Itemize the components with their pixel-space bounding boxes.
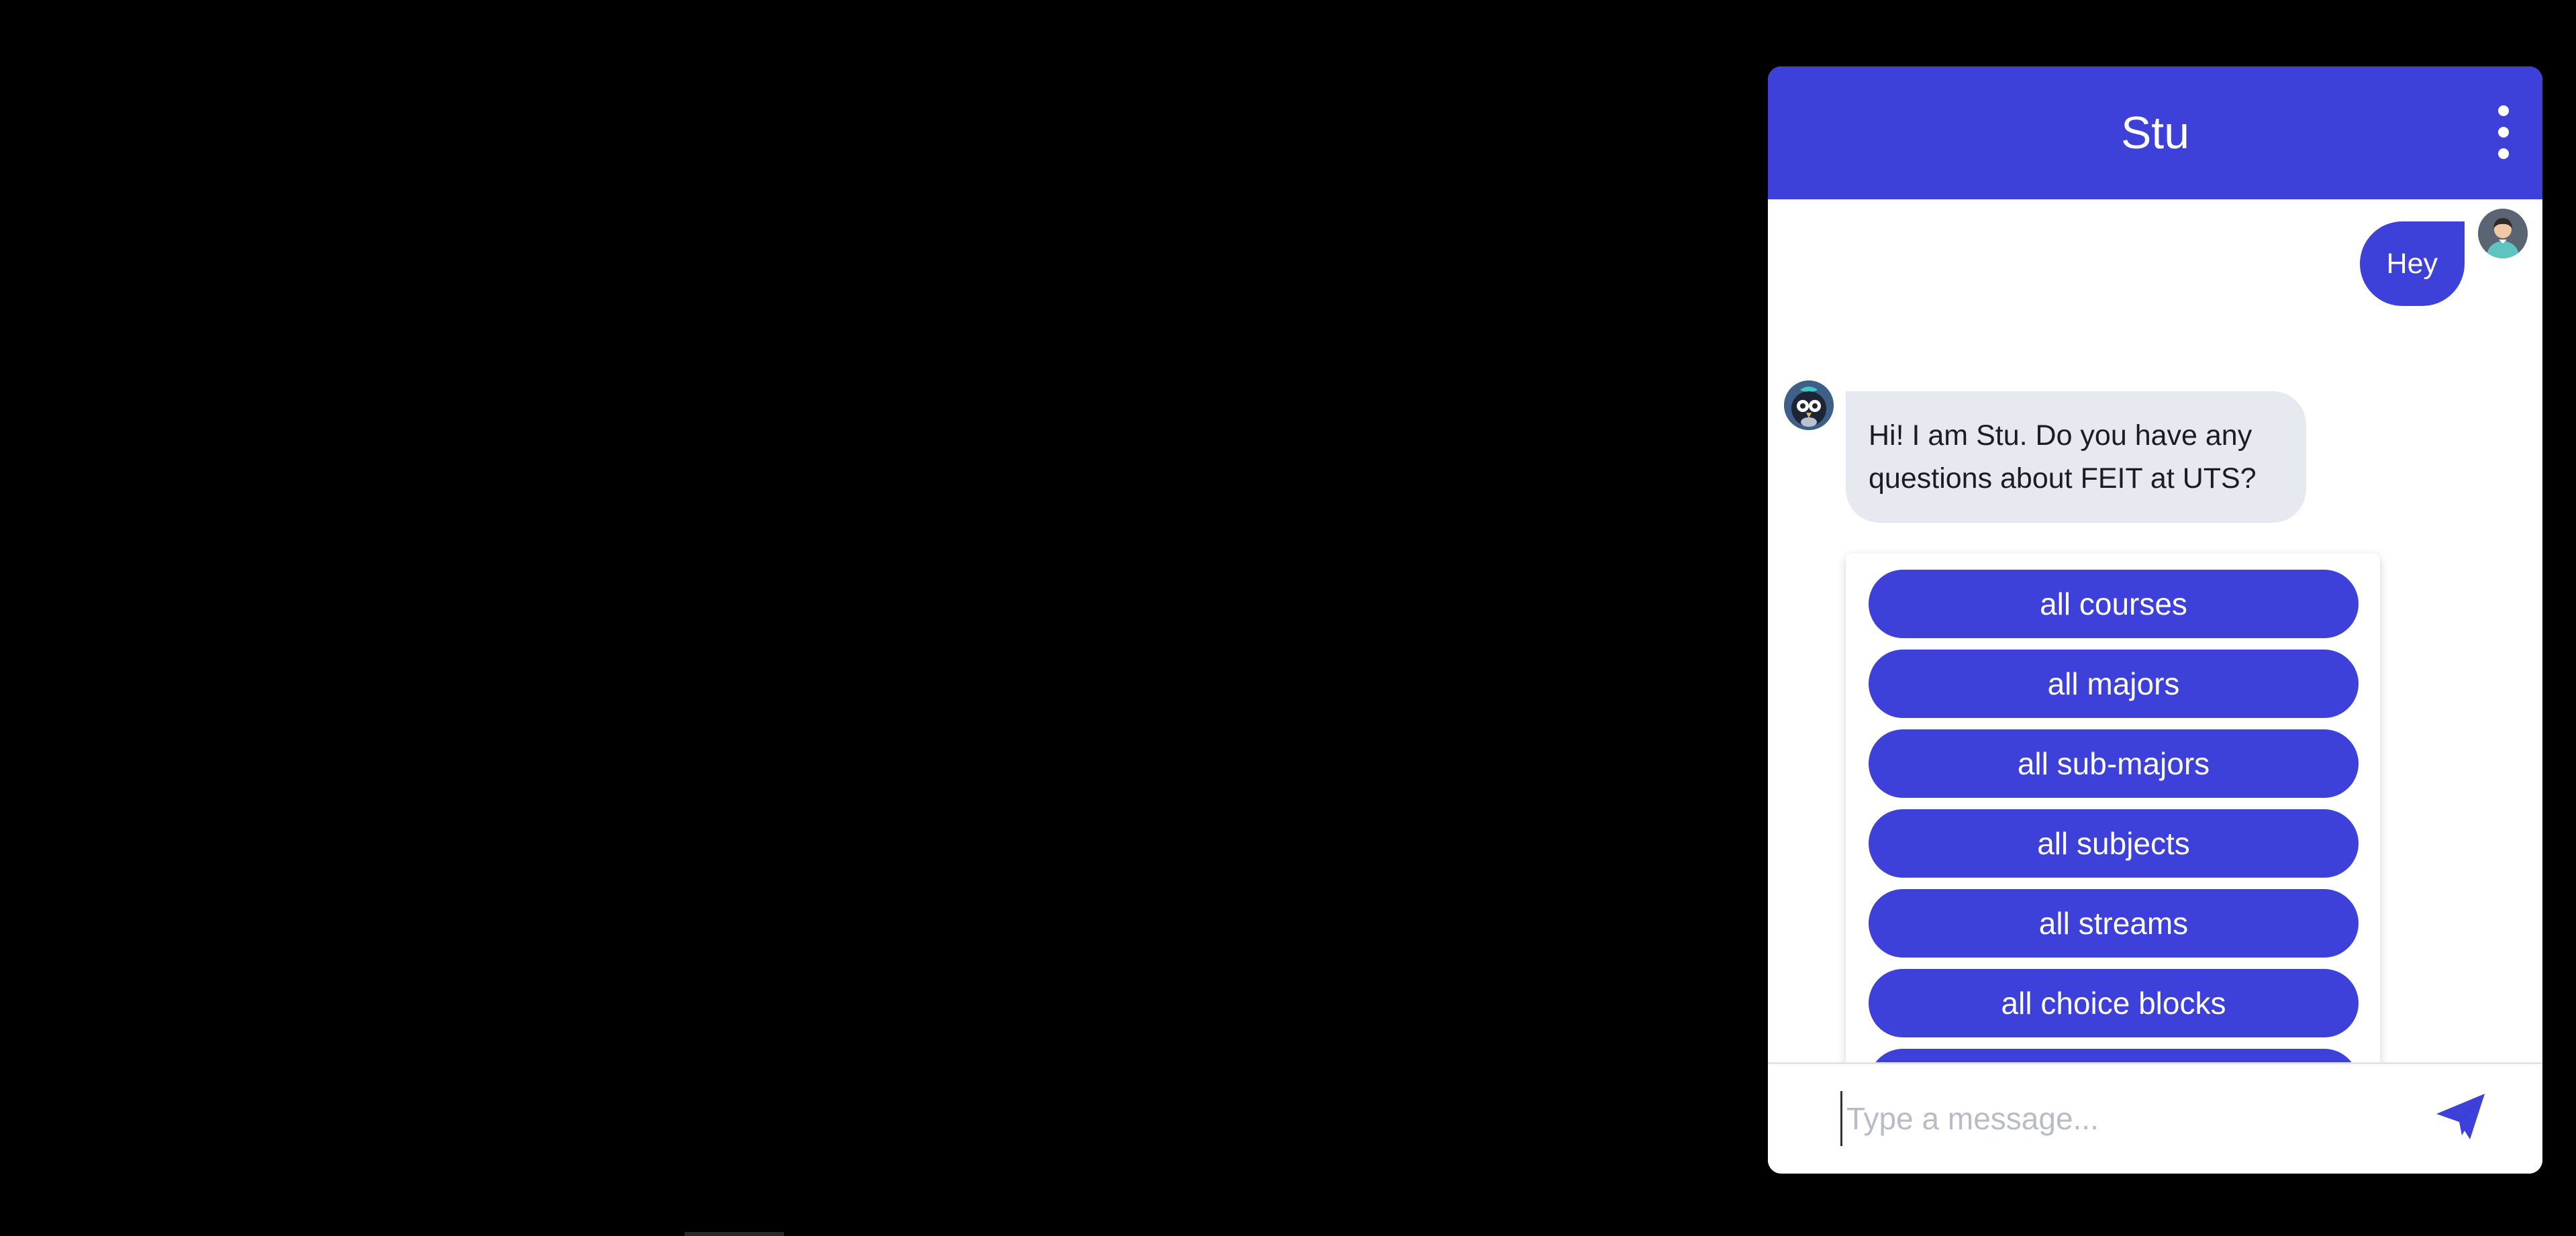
send-paper-plane-icon[interactable] [2432,1088,2489,1145]
message-composer [1768,1062,2542,1174]
chat-widget: Stu Hey Hi! I am Stu. Do you have any qu… [1768,66,2542,1174]
quick-reply-all-majors[interactable]: all majors [1869,650,2359,718]
quick-reply-all-sub-majors[interactable]: all sub-majors [1869,729,2359,798]
user-avatar-icon [2478,209,2528,258]
quick-reply-card: all courses all majors all sub-majors al… [1846,554,2380,1129]
user-message-bubble: Hey [2359,221,2465,306]
chat-header: Stu [1768,66,2542,199]
message-list[interactable]: Hey Hi! I am Stu. Do you have any questi… [1768,199,2542,1129]
chat-title: Stu [2120,107,2190,158]
horizontal-scrollbar-thumb[interactable] [685,1232,784,1236]
more-vertical-icon[interactable] [2490,105,2517,159]
quick-reply-list: all courses all majors all sub-majors al… [1869,570,2359,1129]
desktop-background: Stu Hey Hi! I am Stu. Do you have any qu… [0,0,2576,1236]
quick-reply-all-choice-blocks[interactable]: all choice blocks [1869,969,2359,1037]
quick-reply-all-subjects[interactable]: all subjects [1869,809,2359,878]
bot-message-bubble: Hi! I am Stu. Do you have any questions … [1846,391,2306,523]
quick-reply-all-streams[interactable]: all streams [1869,889,2359,958]
message-input[interactable] [1840,1091,2412,1146]
owl-bot-avatar-icon [1784,380,1834,430]
quick-reply-all-courses[interactable]: all courses [1869,570,2359,638]
